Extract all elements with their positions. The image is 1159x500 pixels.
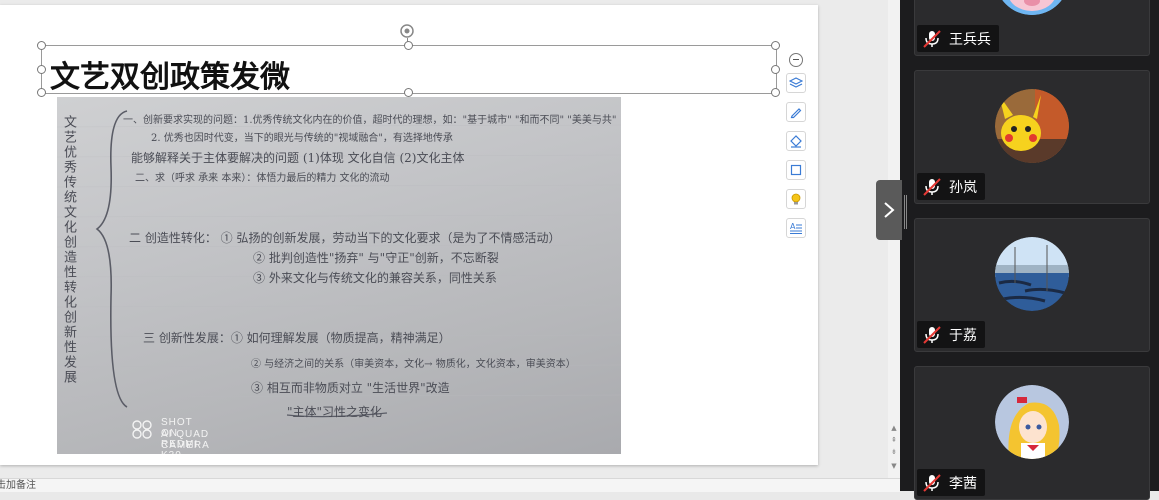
slide-title[interactable]: 文艺双创政策发微 — [50, 52, 290, 96]
pen-icon — [790, 108, 802, 119]
note-line: 三 创新性发展：① 如何理解发展（物质提高，精神满足） — [143, 331, 451, 345]
handwritten-notes-photo[interactable]: 文艺优秀传统文化创造性转化创新性发展 一、创新要求实现的问题：1.优秀传统文化内… — [57, 97, 621, 454]
notes-pane[interactable]: 击加备注 — [0, 478, 900, 492]
mic-muted-icon — [923, 177, 941, 196]
mic-muted-icon — [923, 325, 941, 344]
note-line: ③ 相互而非物质对立 "生活世界"改造 — [251, 381, 450, 395]
anime-girl-avatar — [995, 385, 1069, 459]
resize-handle-n[interactable] — [404, 41, 413, 50]
chevron-right-icon — [884, 202, 895, 218]
resize-handle-w[interactable] — [37, 65, 46, 74]
notes-placeholder[interactable]: 击加备注 — [0, 479, 36, 492]
collapse-icon[interactable] — [789, 53, 803, 67]
participant-name-tag: 李茜 — [917, 469, 985, 496]
page-down-icon[interactable]: ⇟ — [890, 448, 898, 456]
note-line: ② 批判创造性"扬弃" 与"守正"创新，不忘断裂 — [253, 251, 499, 265]
note-line: "主体"习性之变化 — [287, 405, 383, 419]
participant-tile[interactable]: 王兵兵 — [914, 0, 1150, 56]
outline-icon — [790, 164, 802, 176]
resize-handle-s[interactable] — [404, 88, 413, 97]
note-line: 能够解释关于主体要解决的问题 (1)体现 文化自信 (2)文化主体 — [131, 151, 465, 165]
note-line: 一、创新要求实现的问题：1.优秀传统文化内在的价值，超时代的理想，如："基于城市… — [123, 115, 617, 126]
note-line: 二、求（呼求 承来 本来）：体悟力最后的精力 文化的流动 — [135, 173, 390, 184]
fill-icon — [790, 135, 802, 148]
panel-resize-handle[interactable] — [904, 195, 907, 229]
lightbulb-icon — [791, 193, 801, 205]
participant-tile[interactable]: 李茜 — [914, 366, 1150, 500]
slide-canvas[interactable]: 文艺优秀传统文化创造性转化创新性发展 一、创新要求实现的问题：1.优秀传统文化内… — [0, 5, 818, 465]
resize-handle-e[interactable] — [771, 65, 780, 74]
note-line: 二 创造性转化： ① 弘扬的创新发展，劳动当下的文化要求（是为了不情感活动） — [129, 231, 561, 245]
fill-button[interactable] — [786, 131, 806, 151]
pig-avatar — [995, 0, 1069, 15]
pikachu-avatar — [995, 89, 1069, 163]
text-format-icon: A — [790, 222, 802, 234]
layers-icon — [789, 77, 803, 88]
vertical-heading: 文艺优秀传统文化创造性转化创新性发展 — [61, 115, 76, 385]
participant-tile[interactable]: 于荔 — [914, 218, 1150, 352]
page-up-icon[interactable]: ⇞ — [890, 436, 898, 444]
participant-name-tag: 王兵兵 — [917, 25, 999, 52]
participant-name-tag: 于荔 — [917, 321, 985, 348]
idea-button[interactable] — [786, 189, 806, 209]
scroll-down-icon[interactable]: ▼ — [890, 462, 898, 470]
resize-handle-ne[interactable] — [771, 41, 780, 50]
participants-panel: 王兵兵 孙岚 于荔 李茜 — [900, 0, 1159, 500]
panel-toggle-button[interactable] — [876, 180, 902, 240]
outline-button[interactable] — [786, 160, 806, 180]
note-line: ② 与经济之间的关系（审美资本，文化→ 物质化，文化资本，审美资本） — [251, 359, 576, 370]
slide-editor: 文艺优秀传统文化创造性转化创新性发展 一、创新要求实现的问题：1.优秀传统文化内… — [0, 0, 900, 492]
mic-muted-icon — [923, 473, 941, 492]
participant-name: 王兵兵 — [949, 31, 991, 48]
title-textbox[interactable]: 文艺双创政策发微 — [41, 45, 777, 96]
note-line: ③ 外来文化与传统文化的兼容关系，同性关系 — [253, 271, 497, 285]
resize-handle-nw[interactable] — [37, 41, 46, 50]
participant-name: 孙岚 — [949, 179, 977, 196]
rotate-handle-icon[interactable] — [400, 24, 414, 38]
camera-logo-icon — [132, 420, 152, 439]
participant-name: 李茜 — [949, 475, 977, 492]
watermark-line: AI QUAD CAMERA — [161, 429, 210, 451]
participant-name: 于荔 — [949, 327, 977, 344]
mic-muted-icon — [923, 29, 941, 48]
resize-handle-sw[interactable] — [37, 88, 46, 97]
layers-button[interactable] — [786, 73, 806, 93]
participant-tile[interactable]: 孙岚 — [914, 70, 1150, 204]
scroll-up-icon[interactable]: ▲ — [890, 424, 898, 432]
pen-button[interactable] — [786, 102, 806, 122]
text-format-button[interactable]: A — [786, 218, 806, 238]
participant-name-tag: 孙岚 — [917, 173, 985, 200]
venice-avatar — [995, 237, 1069, 311]
resize-handle-se[interactable] — [771, 88, 780, 97]
note-line: 2. 优秀也因时代变，当下的眼光与传统的"视域融合"，有选择地传承 — [151, 133, 453, 144]
svg-text:A: A — [790, 222, 796, 231]
